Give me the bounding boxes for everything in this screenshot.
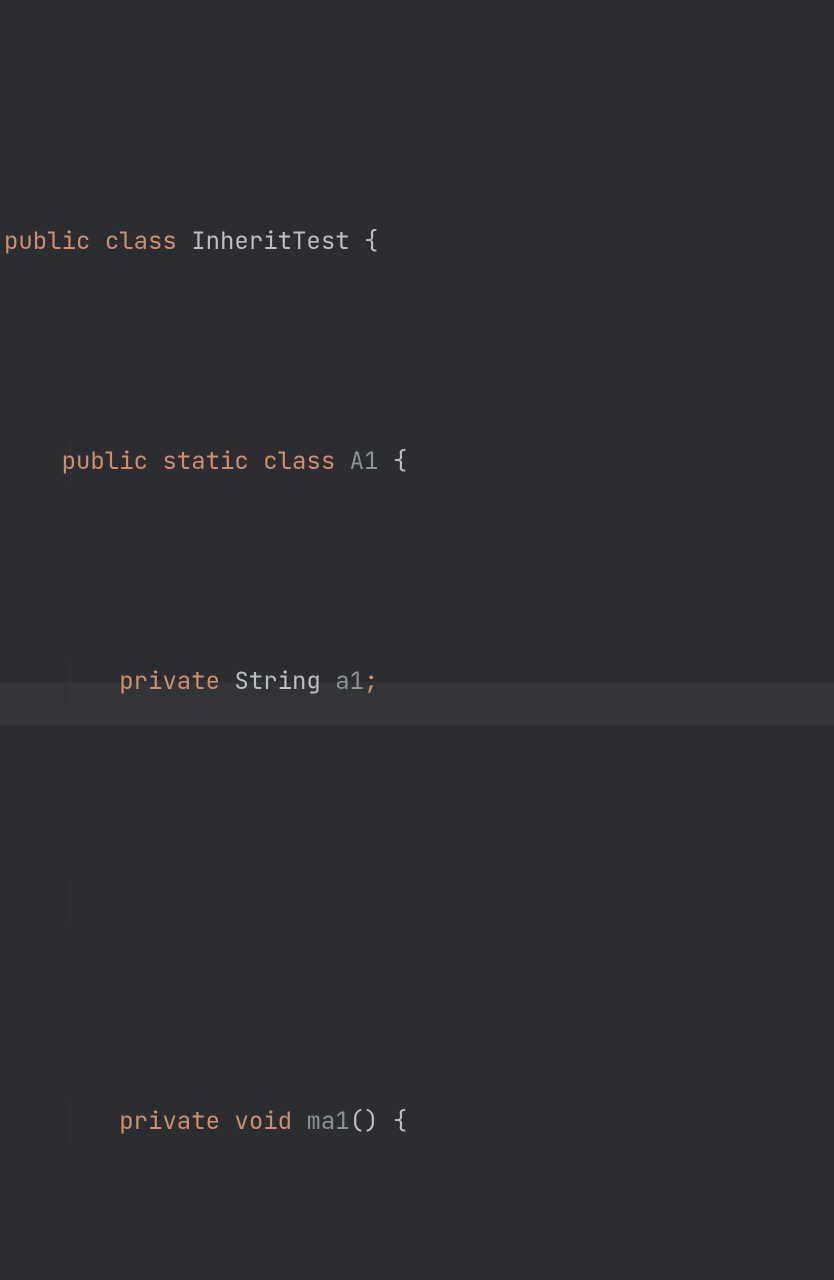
code-line[interactable]: public static class A1 { [4,440,834,484]
brace-open: { [393,446,407,477]
method-ma1: ma1 [306,1106,349,1137]
code-line[interactable]: public class InheritTest { [4,220,834,264]
keyword-static: static [162,446,248,477]
semicolon: ; [364,666,378,697]
type-string: String [234,666,320,697]
code-line[interactable]: private void ma1() { [4,1100,834,1144]
classname-inherittest: InheritTest [191,226,349,257]
brace-open: { [393,1106,407,1137]
code-line-blank[interactable] [4,880,834,924]
brace-open: { [364,226,378,257]
code-line[interactable]: private String a1; [4,660,834,704]
keyword-public: public [62,446,148,477]
keyword-private: private [119,666,220,697]
field-a1: a1 [335,666,364,697]
keyword-class: class [263,446,335,477]
keyword-class: class [105,226,177,257]
classname-a1: A1 [350,446,379,477]
paren-close: ) [364,1106,378,1137]
code-editor[interactable]: public class InheritTest { public static… [0,0,834,1280]
keyword-public: public [4,226,90,257]
keyword-private: private [119,1106,220,1137]
paren-open: ( [350,1106,364,1137]
keyword-void: void [234,1106,292,1137]
